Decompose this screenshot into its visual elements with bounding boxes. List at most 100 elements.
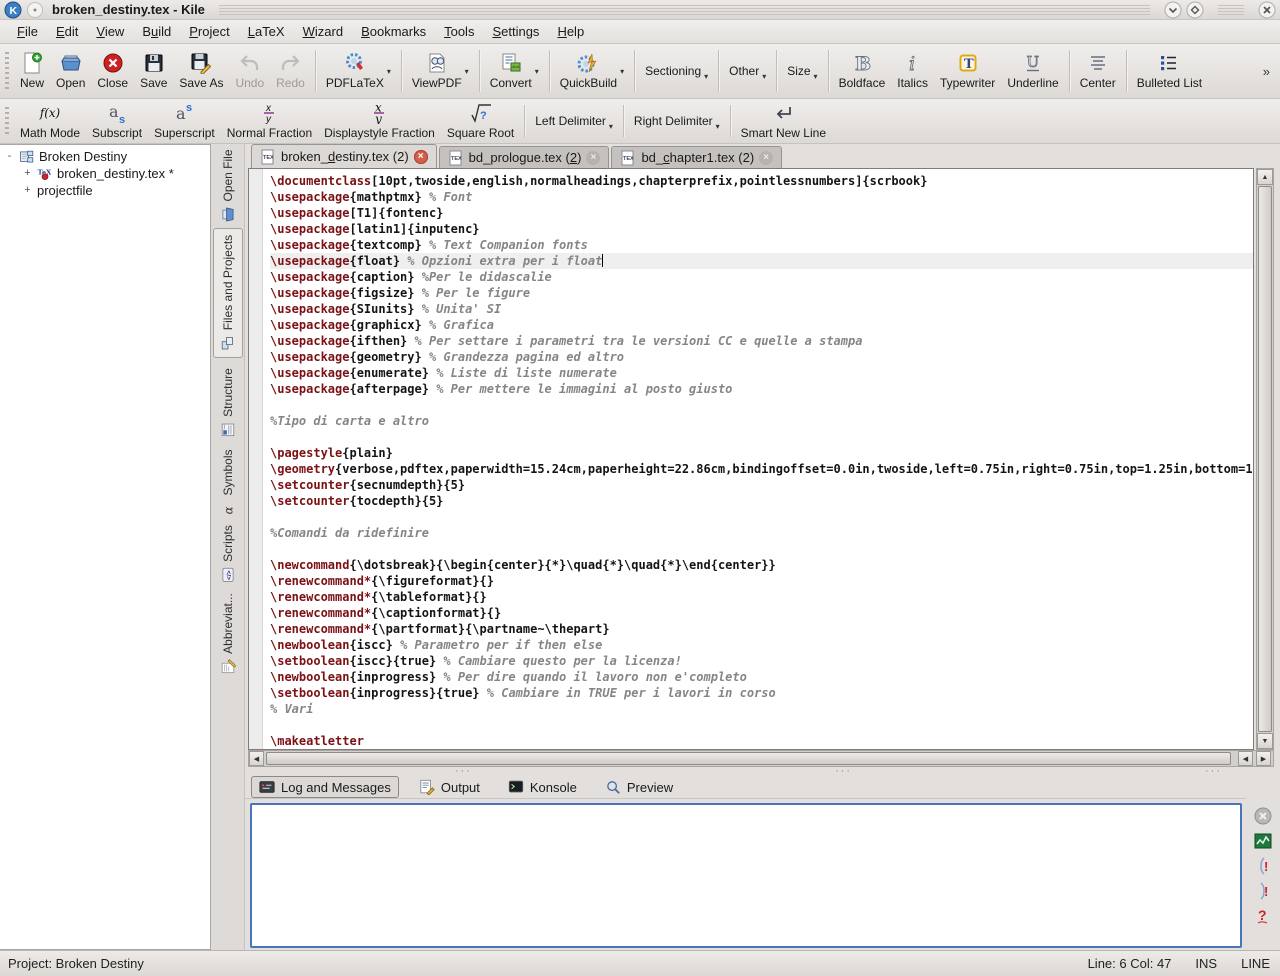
tab-close-icon[interactable]: × xyxy=(586,151,600,165)
toolbar-button-center[interactable]: Center xyxy=(1074,50,1122,92)
expander-icon[interactable]: + xyxy=(22,185,33,196)
pdflatex-icon xyxy=(344,52,366,74)
toolbar-button-undo: Undo xyxy=(229,50,270,92)
scroll-left-icon[interactable]: ◀ xyxy=(249,751,264,766)
toolbar-button-subscript[interactable]: asSubscript xyxy=(86,100,148,142)
menu-project[interactable]: Project xyxy=(180,21,238,42)
toolbar-button-quickbuild[interactable]: QuickBuild▾ xyxy=(554,50,630,92)
latex-warning-button[interactable]: ! xyxy=(1253,881,1273,901)
badbox-button[interactable]: ? xyxy=(1253,906,1273,926)
toolbar-button-pdflatex[interactable]: PDFLaTeX▾ xyxy=(320,50,397,92)
toolbar-button-superscript[interactable]: asSuperscript xyxy=(148,100,221,142)
toolbar-button-save-as[interactable]: Save As xyxy=(173,50,229,92)
bottom-tab-konsole[interactable]: Konsole xyxy=(500,776,585,798)
toolbar-button-sectioning[interactable]: Sectioning▾ xyxy=(639,51,714,91)
sidebar-tab-open-file[interactable]: Open File xyxy=(213,148,243,224)
sidebar-tab-structure[interactable]: Structure xyxy=(213,363,243,443)
vertical-scroll-thumb[interactable] xyxy=(1258,186,1272,732)
window-menu-button[interactable] xyxy=(26,1,44,19)
save-as-icon xyxy=(190,52,212,74)
toolbar-separator xyxy=(730,105,731,137)
scroll-down-icon[interactable]: ▼ xyxy=(1257,733,1273,749)
latex-warning-icon: ! xyxy=(1253,881,1273,901)
panel-splitter[interactable]: ········· xyxy=(245,767,1280,776)
toolbar-button-bulleted-list[interactable]: Bulleted List xyxy=(1131,50,1208,92)
close-window-button[interactable] xyxy=(1258,1,1276,19)
toolbar-button-size[interactable]: Size▾ xyxy=(781,51,823,91)
code-line: \geometry{verbose,pdftex,paperwidth=15.2… xyxy=(270,461,1253,477)
sidebar-tab-abbreviat[interactable]: Abbreviat... xyxy=(213,589,243,679)
toolbar-button-normal-fraction[interactable]: xyNormal Fraction xyxy=(221,100,318,142)
sidebar-tab-symbols[interactable]: αSymbols xyxy=(213,447,243,519)
scroll-up-icon[interactable]: ▲ xyxy=(1257,169,1273,185)
toolbar-button-smart-new-line[interactable]: Smart New Line xyxy=(735,100,832,142)
menu-view[interactable]: View xyxy=(87,21,133,42)
tab-close-icon[interactable]: × xyxy=(414,150,428,164)
toolbar-button-new[interactable]: New xyxy=(14,50,50,92)
editor-tab-broken-destiny-tex-2[interactable]: TEXbroken_destiny.tex (2)× xyxy=(251,144,437,168)
toolbar-button-save[interactable]: Save xyxy=(134,50,173,92)
tree-item-broken-destiny-tex[interactable]: +TeXbroken_destiny.tex * xyxy=(0,165,210,182)
scripts-icon: </> xyxy=(220,567,236,583)
tree-item-projectfile[interactable]: +projectfile xyxy=(0,182,210,199)
bottom-tab-log-and-messages[interactable]: Log and Messages xyxy=(251,776,399,798)
svg-text:?: ? xyxy=(480,110,487,122)
toolbar-button-underline[interactable]: UUnderline xyxy=(1001,50,1064,92)
toolbar-button-italics[interactable]: iItalics xyxy=(891,50,934,92)
sidebar-tab-files-and-projects[interactable]: Files and Projects xyxy=(213,228,243,358)
dropdown-arrow-icon: ▾ xyxy=(716,122,720,131)
menu-build[interactable]: Build xyxy=(133,21,180,42)
toolbar-button-displaystyle-fraction[interactable]: xyDisplaystyle Fraction xyxy=(318,100,441,142)
bottom-tab-output[interactable]: Output xyxy=(411,776,488,798)
menu-latex[interactable]: LaTeX xyxy=(239,21,294,42)
scroll-right-icon[interactable]: ▶ xyxy=(1256,751,1271,766)
toolbar-button-convert[interactable]: Convert▾ xyxy=(484,50,545,92)
toolbar-button-typewriter[interactable]: TTypewriter xyxy=(934,50,1001,92)
menu-settings[interactable]: Settings xyxy=(483,21,548,42)
menu-wizard[interactable]: Wizard xyxy=(294,21,352,42)
horizontal-scroll-thumb[interactable] xyxy=(266,752,1231,765)
log-messages-view[interactable] xyxy=(250,803,1242,948)
vertical-scrollbar[interactable]: ▲ ▼ xyxy=(1256,168,1274,750)
horizontal-scrollbar[interactable]: ◀ ◀ ▶ xyxy=(248,750,1274,767)
menu-file[interactable]: File xyxy=(8,21,47,42)
scroll-left-icon[interactable]: ◀ xyxy=(1238,751,1253,766)
kile-app-icon[interactable]: K xyxy=(4,1,22,19)
sidebar-tab-label: Symbols xyxy=(221,449,235,495)
toolbar-button-open[interactable]: Open xyxy=(50,50,91,92)
menu-tools[interactable]: Tools xyxy=(435,21,483,42)
editor-tab-bd-prologue-tex-2[interactable]: TEXbd_prologue.tex (2)× xyxy=(439,146,610,168)
code-line: \renewcommand*{\figureformat}{} xyxy=(270,573,1253,589)
toolbar-button-right-delimiter[interactable]: Right Delimiter▾ xyxy=(628,101,726,141)
toolbar-button-left-delimiter[interactable]: Left Delimiter▾ xyxy=(529,101,619,141)
menu-edit[interactable]: Edit xyxy=(47,21,87,42)
latex-error-button[interactable]: ! xyxy=(1253,856,1273,876)
svg-text:U: U xyxy=(1027,53,1040,71)
toolbar-button-square-root[interactable]: ?Square Root xyxy=(441,100,520,142)
toolbar-overflow-button[interactable]: » xyxy=(1259,64,1274,79)
stats-button[interactable] xyxy=(1253,831,1273,851)
expander-icon[interactable]: - xyxy=(4,151,15,162)
toolbar-button-viewpdf[interactable]: ViewPDF▾ xyxy=(406,50,475,92)
maximize-button[interactable] xyxy=(1186,1,1204,19)
menu-bookmarks[interactable]: Bookmarks xyxy=(352,21,435,42)
bottom-tab-preview[interactable]: Preview xyxy=(597,776,681,798)
code-line: \usepackage{float} % Opzioni extra per i… xyxy=(270,253,1253,269)
code-area[interactable]: \documentclass[10pt,twoside,english,norm… xyxy=(264,169,1253,749)
status-insert-mode: INS xyxy=(1195,956,1217,971)
menu-help[interactable]: Help xyxy=(548,21,593,42)
tree-item-broken-destiny[interactable]: -Broken Destiny xyxy=(0,148,210,165)
toolbar-button-boldface[interactable]: BBoldface xyxy=(833,50,892,92)
shade-button[interactable] xyxy=(1164,1,1182,19)
editor-tab-label: bd_chapter1.tex (2) xyxy=(641,150,754,165)
toolbar-button-math-mode[interactable]: f(x)Math Mode xyxy=(14,100,86,142)
preview-icon xyxy=(605,779,621,795)
expander-icon[interactable]: + xyxy=(22,168,33,179)
toolbar-button-other[interactable]: Other▾ xyxy=(723,51,772,91)
editor-tab-bd-chapter1-tex-2[interactable]: TEXbd_chapter1.tex (2)× xyxy=(611,146,782,168)
sidebar-tab-scripts[interactable]: </>Scripts xyxy=(213,523,243,585)
toolbar-separator xyxy=(634,50,635,92)
toolbar-button-close[interactable]: Close xyxy=(91,50,134,92)
code-line: \pagestyle{plain} xyxy=(270,445,1253,461)
tab-close-icon[interactable]: × xyxy=(759,151,773,165)
